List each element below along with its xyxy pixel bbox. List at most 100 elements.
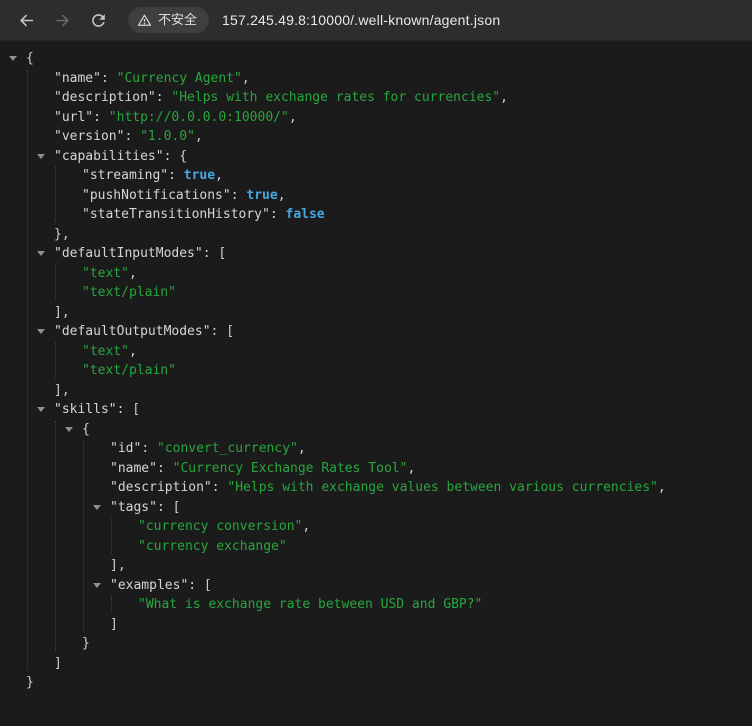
json-line: "currency exchange" — [0, 537, 752, 557]
json-line: } — [0, 634, 752, 654]
json-key: "url" — [54, 109, 94, 125]
json-punctuation: } — [82, 636, 90, 651]
json-punctuation: , — [302, 519, 311, 534]
json-line: "name": "Currency Exchange Rates Tool", — [0, 459, 752, 479]
json-line: "text", — [0, 342, 752, 362]
indent-guide — [27, 69, 28, 670]
refresh-icon — [91, 13, 105, 27]
json-line: ], — [0, 303, 752, 323]
back-button[interactable] — [11, 5, 41, 35]
arrow-right-icon — [55, 14, 69, 26]
json-line: ] — [0, 654, 752, 674]
json-boolean: true — [246, 187, 278, 203]
json-punctuation: }, — [54, 226, 70, 242]
json-punctuation: : [ — [202, 246, 227, 261]
json-string: "What is exchange rate between USD and G… — [138, 597, 483, 612]
json-string: "Helps with exchange values between vari… — [227, 480, 658, 495]
json-punctuation: : — [156, 460, 173, 476]
json-key: "description" — [54, 90, 156, 105]
json-punctuation: ], — [110, 558, 126, 573]
json-punctuation: : — [211, 480, 228, 495]
json-key: "name" — [110, 460, 157, 476]
json-line: "name": "Currency Agent", — [0, 69, 752, 89]
json-string: "convert_currency" — [156, 441, 298, 456]
collapse-toggle-icon[interactable] — [37, 153, 45, 159]
json-punctuation: ], — [54, 304, 70, 320]
collapse-toggle-icon[interactable] — [9, 56, 17, 61]
forward-button[interactable] — [47, 5, 77, 35]
indent-guide — [55, 342, 56, 378]
json-line: ], — [0, 556, 752, 576]
json-punctuation: : — [230, 187, 247, 203]
url-text[interactable]: 157.245.49.8:10000/.well-known/agent.jso… — [222, 12, 742, 28]
json-punctuation: ], — [54, 382, 70, 398]
json-punctuation: ] — [110, 616, 118, 632]
json-string: "currency conversion" — [138, 519, 303, 534]
json-punctuation: , — [277, 187, 286, 203]
security-chip[interactable]: 不安全 — [128, 7, 210, 33]
json-key: "pushNotifications" — [82, 187, 231, 203]
json-line: "defaultOutputModes": [ — [0, 322, 752, 342]
json-key: "defaultOutputModes" — [54, 324, 211, 339]
indent-guide — [55, 420, 56, 651]
json-line: "text/plain" — [0, 283, 752, 303]
collapse-toggle-icon[interactable] — [65, 426, 73, 432]
json-line: }, — [0, 225, 752, 245]
json-line: } — [0, 673, 752, 693]
json-punctuation: : — [269, 207, 286, 222]
json-punctuation: : [ — [116, 402, 141, 417]
json-string: "Currency Exchange Rates Tool" — [172, 460, 408, 476]
json-punctuation: , — [128, 343, 137, 359]
json-punctuation: , — [657, 480, 666, 495]
json-key: "id" — [110, 441, 142, 456]
warning-triangle-icon — [137, 14, 152, 26]
page-content: {"name": "Currency Agent", "description":… — [0, 41, 752, 725]
json-punctuation: ] — [54, 655, 62, 671]
json-punctuation: , — [241, 70, 250, 86]
json-line: "description": "Helps with exchange valu… — [0, 478, 752, 498]
json-punctuation: } — [26, 675, 34, 690]
json-punctuation: : [ — [210, 324, 235, 339]
json-key: "tags" — [110, 499, 157, 515]
json-line: "streaming": true, — [0, 166, 752, 186]
indent-guide — [111, 518, 112, 553]
json-line: "examples": [ — [0, 576, 752, 596]
json-line: { — [0, 49, 752, 69]
json-string: "Helps with exchange rates for currencie… — [171, 90, 501, 105]
json-punctuation: : — [100, 70, 117, 86]
json-string: "text/plain" — [82, 363, 176, 378]
json-string: "text" — [82, 265, 129, 281]
json-punctuation: : [ — [188, 577, 212, 593]
json-boolean: true — [183, 168, 216, 183]
json-line: ] — [0, 615, 752, 635]
json-string: "Currency Agent" — [116, 70, 242, 86]
collapse-toggle-icon[interactable] — [37, 329, 45, 334]
indent-guide — [83, 440, 84, 631]
collapse-toggle-icon[interactable] — [37, 251, 45, 256]
json-string: "1.0.0" — [140, 129, 195, 144]
json-line: "capabilities": { — [0, 147, 752, 167]
json-line: "version": "1.0.0", — [0, 127, 752, 147]
json-string: "http://0.0.0.0:10000/" — [108, 109, 289, 125]
json-string: "currency exchange" — [138, 538, 287, 554]
json-line: "pushNotifications": true, — [0, 186, 752, 206]
json-punctuation: : — [168, 168, 184, 183]
json-line: "skills": [ — [0, 400, 752, 420]
indent-guide — [111, 596, 112, 612]
json-line: "currency conversion", — [0, 517, 752, 537]
json-key: "defaultInputModes" — [54, 246, 203, 261]
json-key: "examples" — [110, 577, 189, 593]
refresh-button[interactable] — [83, 5, 113, 35]
collapse-toggle-icon[interactable] — [37, 407, 45, 412]
collapse-toggle-icon[interactable] — [93, 504, 101, 510]
arrow-left-icon — [19, 14, 33, 26]
json-punctuation: , — [407, 460, 416, 476]
json-key: "version" — [54, 129, 125, 144]
json-punctuation: : { — [163, 148, 188, 164]
json-punctuation: , — [500, 90, 508, 105]
json-punctuation: { — [82, 421, 90, 437]
json-punctuation: , — [297, 441, 306, 456]
json-string: "text" — [82, 343, 129, 359]
collapse-toggle-icon[interactable] — [93, 582, 101, 588]
json-key: "stateTransitionHistory" — [82, 207, 270, 222]
